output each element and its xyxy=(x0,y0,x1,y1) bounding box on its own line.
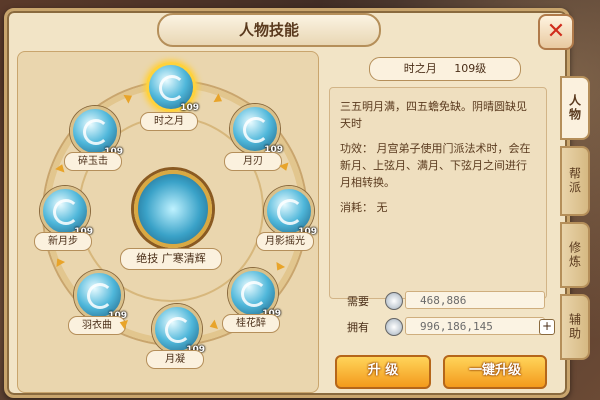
add-currency-button[interactable]: + xyxy=(539,319,555,335)
skill-icon-suiyuji[interactable]: 109 xyxy=(70,106,123,157)
skill-cost-text: 消耗： 无 xyxy=(340,201,388,214)
light-icon xyxy=(277,199,303,225)
close-icon: ✕ xyxy=(546,19,566,44)
skill-detail-name: 时之月 xyxy=(403,62,437,75)
skill-icon-yuyiqu[interactable]: 109 xyxy=(74,270,127,321)
tab-guild[interactable]: 帮派 xyxy=(560,146,590,216)
skill-panel: 人物技能 109 时之月 109 月刃 109 月影摇光 109 桂花醉 xyxy=(4,8,570,398)
required-label: 需要 xyxy=(347,295,369,308)
tab-cultivation[interactable]: 修炼 xyxy=(560,222,590,288)
window-title: 人物技能 xyxy=(157,13,381,47)
skill-name: 新月步 xyxy=(34,232,92,251)
ultimate-skill-icon[interactable] xyxy=(134,170,212,248)
crystal-icon xyxy=(165,317,191,343)
flower-icon xyxy=(241,281,267,307)
blade-icon xyxy=(243,117,269,143)
one-click-upgrade-button[interactable]: 一键升级 xyxy=(443,355,547,389)
skill-name: 月凝 xyxy=(146,350,204,369)
skill-icon-xinyuebu[interactable]: 109 xyxy=(40,186,93,237)
skill-name: 碎玉击 xyxy=(64,152,122,171)
skill-name: 月影摇光 xyxy=(256,232,314,251)
skill-icon-guihuazui[interactable]: 109 xyxy=(228,268,281,319)
skill-icon-yueyingyaoguang[interactable]: 109 xyxy=(264,186,317,237)
skill-detail-level: 109级 xyxy=(454,62,487,75)
moon-icon xyxy=(159,75,185,101)
skill-description: 三五明月满，四五蟾免缺。阴晴圆缺见天时 功效： 月宫弟子使用门派法术时，会在新月… xyxy=(329,87,547,299)
snowflake-icon xyxy=(53,199,79,225)
silver-coin-icon xyxy=(385,292,403,310)
skill-title-bar: 时之月 109级 xyxy=(369,57,521,81)
tab-character[interactable]: 人物 xyxy=(560,76,590,140)
ultimate-skill-label: 绝技 广寒清辉 xyxy=(120,248,222,270)
skill-wheel: 109 时之月 109 月刃 109 月影摇光 109 桂花醉 109 月凝 xyxy=(17,51,319,393)
owned-value: 996,186,145 xyxy=(405,317,545,335)
skill-icon-shizhiyue[interactable]: 109 xyxy=(146,62,199,113)
required-row: 需要 468,886 xyxy=(329,291,551,311)
skill-detail: 时之月 109级 三五明月满，四五蟾免缺。阴晴圆缺见天时 功效： 月宫弟子使用门… xyxy=(325,51,555,391)
close-button[interactable]: ✕ xyxy=(538,14,574,50)
skill-name: 时之月 xyxy=(140,112,198,131)
tab-assist[interactable]: 辅助 xyxy=(560,294,590,360)
owned-row: 拥有 996,186,145 + xyxy=(329,317,555,337)
silver-coin-icon xyxy=(385,318,403,336)
skill-icon-yuening[interactable]: 109 xyxy=(152,304,205,355)
skill-icon-yueren[interactable]: 109 xyxy=(230,104,283,155)
skill-name: 月刃 xyxy=(224,152,282,171)
feather-icon xyxy=(87,283,113,309)
owned-label: 拥有 xyxy=(347,321,369,334)
skill-flavor-text: 三五明月满，四五蟾免缺。阴晴圆缺见天时 xyxy=(340,100,527,130)
shatter-icon xyxy=(83,119,109,145)
upgrade-button[interactable]: 升 级 xyxy=(335,355,431,389)
skill-effect-text: 功效： 月宫弟子使用门派法术时，会在新月、上弦月、满月、下弦月之间进行月相转换。 xyxy=(340,142,531,189)
skill-name: 桂花醉 xyxy=(222,314,280,333)
required-value: 468,886 xyxy=(405,291,545,309)
